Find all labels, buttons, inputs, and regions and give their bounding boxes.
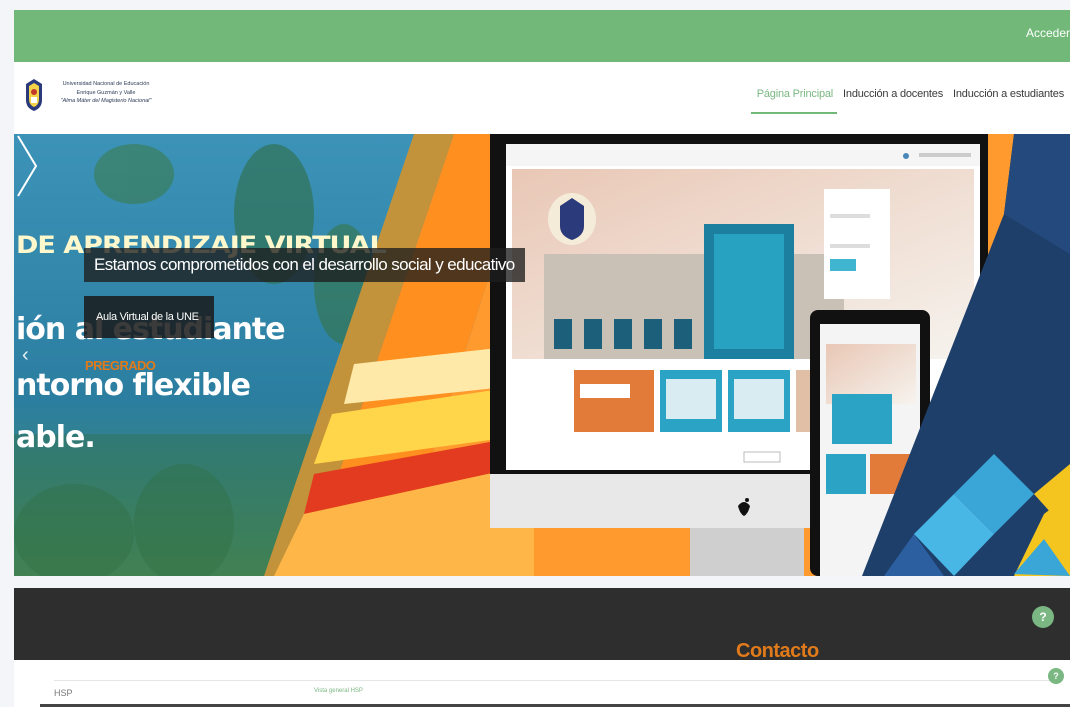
logo-line-3: "Alma Máter del Magisterio Nacional" (60, 98, 152, 104)
slide-caption: Estamos comprometidos con el desarrollo … (84, 248, 525, 282)
help-icon[interactable]: ? (1032, 606, 1054, 628)
hero-slider[interactable]: DE APRENDIZAJE VIRTUAL ión al estudiante… (14, 134, 1070, 576)
site-header: Universidad Nacional de Educación Enriqu… (14, 62, 1070, 134)
slide-background-line-4: able. (16, 420, 96, 455)
hero-illustration (14, 134, 1070, 576)
divider (54, 680, 1054, 681)
slider-prev-icon[interactable]: ‹ (22, 344, 29, 367)
university-seal-icon (26, 79, 42, 111)
chevron-right-icon[interactable] (14, 134, 38, 198)
university-logo[interactable]: Universidad Nacional de Educación Enriqu… (24, 74, 164, 118)
help-icon-small[interactable]: ? (1048, 668, 1064, 684)
nav-item-home[interactable]: Página Principal (750, 88, 838, 114)
pregrado-tag: PREGRADO (85, 358, 156, 373)
hsp-label: HSP (54, 688, 73, 698)
slide-background-line-3: ntorno flexible (16, 368, 251, 403)
page: Acceder Universidad Nacional de Educació… (0, 0, 1070, 707)
logo-text: Universidad Nacional de Educación Enriqu… (46, 80, 166, 106)
nav-item-students[interactable]: Inducción a estudiantes (953, 88, 1064, 114)
vista-general-link[interactable]: Vista general HSP (314, 688, 363, 694)
logo-line-2: Enrique Guzmán y Valle (76, 89, 136, 96)
aula-virtual-button[interactable]: Aula Virtual de la UNE (84, 296, 214, 338)
main-nav: Página Principal Inducción a docentes In… (750, 88, 1064, 114)
nav-item-teachers[interactable]: Inducción a docentes (843, 88, 943, 114)
footer-dark: ? Contacto (14, 588, 1070, 662)
logo-line-1: Universidad Nacional de Educación (62, 81, 150, 87)
footer-light: HSP Vista general HSP ? (14, 660, 1070, 707)
top-bar: Acceder (14, 10, 1070, 62)
login-link[interactable]: Acceder (1026, 26, 1070, 40)
